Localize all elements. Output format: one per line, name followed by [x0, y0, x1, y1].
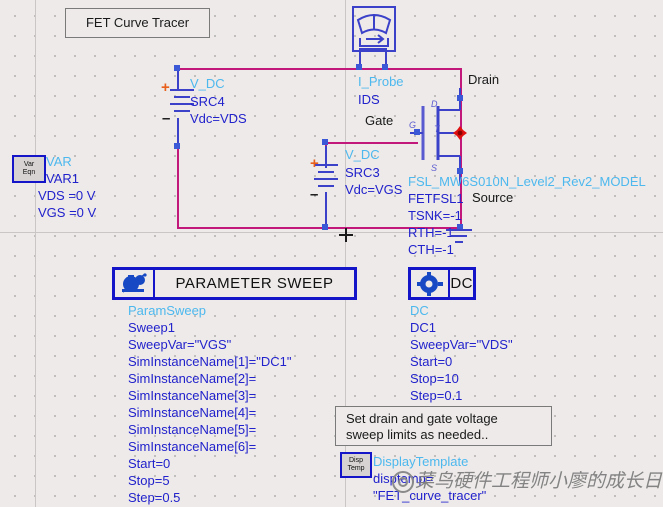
dc-simulation-title: DC — [450, 275, 473, 292]
src4-minus-sign: – — [162, 110, 171, 127]
var-param-1: VGS =0 V — [38, 205, 97, 220]
title-annotation-box[interactable]: FET Curve Tracer — [65, 8, 210, 38]
var-type-label: VAR — [46, 154, 72, 169]
dc-param-1: Start=0 — [410, 354, 453, 369]
src4-plus-sign: + — [161, 79, 170, 96]
node-fet-gate — [414, 129, 420, 135]
net-label-source: Source — [472, 190, 514, 205]
parameter-sweep-title: PARAMETER SWEEP — [175, 275, 334, 292]
param-sweep-param-5: SimInstanceName[5]= — [128, 422, 257, 437]
param-sweep-param-4: SimInstanceName[4]= — [128, 405, 257, 420]
node-src3-bottom — [322, 224, 328, 230]
src3-type-label: V_DC — [345, 147, 380, 162]
note-line-1: Set drain and gate voltage — [346, 411, 498, 426]
param-sweep-param-2: SimInstanceName[2]= — [128, 371, 257, 386]
disp-temp-icon-line2: Temp — [347, 465, 365, 472]
parameter-sweep-header[interactable]: PARAMETER SWEEP — [112, 267, 357, 300]
note-annotation-box[interactable]: Set drain and gate voltage sweep limits … — [335, 406, 552, 446]
fet-model-label: FSL_MW6S010N_Level2_Rev2_MODEL — [408, 174, 646, 189]
dc-param-3: Step=0.1 — [410, 388, 463, 403]
watermark-text: 菜鸟硬件工程师小廖的成长日记 — [415, 470, 663, 492]
src4-param-label: Vdc=VDS — [190, 111, 247, 126]
dc-type-label: DC — [410, 303, 429, 318]
var-eqn-icon-line2: Eqn — [22, 169, 36, 176]
node-src4-top — [174, 65, 180, 71]
fet-pin-s-label: S — [431, 163, 438, 173]
ammeter-icon[interactable] — [352, 6, 396, 57]
src4-type-label: V_DC — [190, 76, 225, 91]
node-src4-bottom — [174, 143, 180, 149]
fet-name-label: FETFSL1 — [408, 191, 464, 206]
fet-pin-t-label: T — [434, 124, 440, 134]
src4-name-label: SRC4 — [190, 94, 225, 109]
lead-src4-top — [177, 68, 179, 90]
net-label-drain: Drain — [468, 72, 500, 87]
thermal-pin-marker-icon[interactable] — [453, 126, 467, 145]
title-annotation-text: FET Curve Tracer — [85, 15, 190, 30]
node-src3-top — [322, 139, 328, 145]
param-sweep-param-7: Start=0 — [128, 456, 171, 471]
wire-gate[interactable] — [325, 142, 418, 144]
iprobe-type-label: I_Probe — [358, 74, 404, 89]
disp-temp-icon-line1: Disp — [348, 457, 363, 464]
node-iprobe-left — [356, 64, 362, 70]
dc-param-0: SweepVar="VDS" — [410, 337, 513, 352]
param-sweep-icon — [115, 270, 155, 297]
schematic-canvas[interactable]: FET Curve Tracer + – V_DC SRC4 Vdc=VDS +… — [0, 0, 663, 507]
var-name-label: VAR1 — [46, 171, 79, 186]
param-sweep-param-6: SimInstanceName[6]= — [128, 439, 257, 454]
cursor-crosshair-icon — [339, 228, 353, 247]
var-param-0: VDS =0 V — [38, 188, 96, 203]
wire-src4-bottom[interactable] — [177, 146, 179, 229]
node-iprobe-right — [382, 64, 388, 70]
src3-minus-sign: – — [310, 186, 319, 203]
page-guide-horizontal — [0, 232, 663, 233]
fet-param-0: TSNK=-1 — [408, 208, 462, 223]
node-fet-drain — [457, 95, 463, 101]
param-sweep-param-8: Stop=5 — [128, 473, 170, 488]
disp-temp-icon[interactable]: Disp Temp — [340, 452, 372, 478]
var-eqn-icon-line1: Var — [23, 161, 35, 168]
wire-top[interactable] — [177, 68, 462, 70]
param-sweep-name-label: Sweep1 — [128, 320, 175, 335]
param-sweep-type-label: ParamSweep — [128, 303, 207, 318]
src3-param-label: Vdc=VGS — [345, 182, 403, 197]
param-sweep-param-3: SimInstanceName[3]= — [128, 388, 257, 403]
page-guide-vertical-left — [35, 0, 36, 507]
dc-sim-icon — [411, 270, 451, 297]
src3-plus-sign: + — [310, 155, 319, 172]
iprobe-name-label: IDS — [358, 92, 380, 107]
dc-simulation-header[interactable]: DC — [408, 267, 476, 300]
net-label-gate: Gate — [365, 113, 394, 128]
watermark-logo-icon — [392, 471, 414, 493]
dc-name-label: DC1 — [410, 320, 437, 335]
param-sweep-param-0: SweepVar="VGS" — [128, 337, 232, 352]
ground-symbol[interactable] — [444, 228, 474, 253]
param-sweep-param-9: Step=0.5 — [128, 490, 181, 505]
fet-pin-d-label: D — [431, 99, 438, 109]
note-line-2: sweep limits as needed.. — [346, 427, 489, 442]
param-sweep-param-1: SimInstanceName[1]="DC1" — [128, 354, 292, 369]
dc-param-2: Stop=10 — [410, 371, 459, 386]
var-eqn-icon[interactable]: Var Eqn — [12, 155, 46, 183]
src3-name-label: SRC3 — [345, 165, 380, 180]
